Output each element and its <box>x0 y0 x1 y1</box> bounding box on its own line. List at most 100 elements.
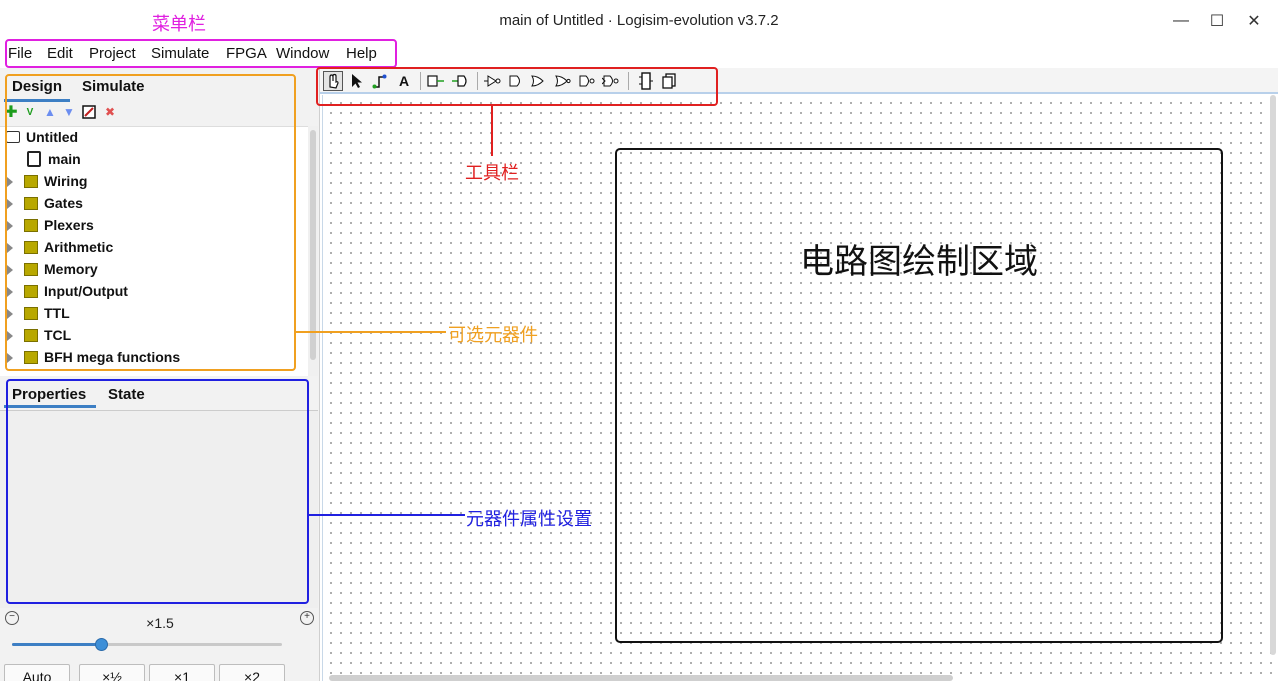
folder-icon <box>24 175 38 188</box>
canvas-horizontal-scrollbar-thumb[interactable] <box>329 675 953 681</box>
zoom-auto-button[interactable]: Auto <box>4 664 70 681</box>
folder-icon <box>24 241 38 254</box>
component-tree: Untitled main Wiring Gates Plexers Arithmet… <box>0 126 308 376</box>
tab-design[interactable]: Design <box>12 78 62 95</box>
move-down-icon[interactable]: ▼ <box>61 104 77 120</box>
tree-library-row[interactable]: Input/Output <box>0 281 300 303</box>
expand-arrow-icon[interactable] <box>7 177 13 187</box>
toolbar-separator <box>420 72 421 90</box>
folder-icon <box>24 307 38 320</box>
tree-library-label[interactable]: BFH mega functions <box>44 349 180 365</box>
menu-project[interactable]: Project <box>89 45 136 62</box>
tree-library-row[interactable]: TCL <box>0 325 300 347</box>
edit-appearance-icon[interactable] <box>81 104 97 120</box>
circuit-icon <box>27 151 41 167</box>
zoom-1x-button[interactable]: ×1 <box>149 664 215 681</box>
expand-arrow-icon[interactable] <box>7 331 13 341</box>
hierarchy-view-icon[interactable] <box>659 71 679 91</box>
or-gate-icon[interactable] <box>553 71 573 91</box>
tree-scrollbar-thumb[interactable] <box>310 130 316 360</box>
tree-library-label[interactable]: Input/Output <box>44 283 128 299</box>
drawing-area-label: 电路图绘制区域 <box>800 242 1038 282</box>
toolbar-separator <box>477 72 478 90</box>
expand-arrow-icon[interactable] <box>7 243 13 253</box>
tree-library-label[interactable]: TCL <box>44 327 71 343</box>
add-circuit-icon[interactable]: ✚ <box>3 104 19 121</box>
menu-edit[interactable]: Edit <box>47 45 73 62</box>
close-button[interactable]: ✕ <box>1243 10 1265 32</box>
toolbar: A <box>320 68 1278 94</box>
folder-icon <box>24 329 38 342</box>
input-pin-icon[interactable] <box>426 71 446 91</box>
output-pin-icon[interactable] <box>450 71 470 91</box>
expand-arrow-icon[interactable] <box>7 199 13 209</box>
explorer-toolbar: ✚ V ▲ ▼ ✖ <box>0 102 320 124</box>
add-vhdl-icon[interactable]: V <box>22 104 38 120</box>
tab-state[interactable]: State <box>108 386 145 403</box>
zoom-slider-fill <box>12 643 102 646</box>
zoom-half-button[interactable]: ×½ <box>79 664 145 681</box>
zoom-slider-thumb[interactable] <box>95 638 109 651</box>
and-gate-icon[interactable] <box>529 71 549 91</box>
expand-arrow-icon[interactable] <box>7 221 13 231</box>
expand-arrow-icon[interactable] <box>7 287 13 297</box>
zoom-2x-button[interactable]: ×2 <box>219 664 285 681</box>
tree-library-label[interactable]: Gates <box>44 195 83 211</box>
tree-library-row[interactable]: TTL <box>0 303 300 325</box>
tree-library-row[interactable]: Memory <box>0 259 300 281</box>
drawing-area-callout: 电路图绘制区域 <box>615 148 1223 643</box>
folder-icon <box>24 285 38 298</box>
menu-simulate[interactable]: Simulate <box>151 45 209 62</box>
tree-library-row[interactable]: BFH mega functions <box>0 347 300 369</box>
canvas-horizontal-scrollbar[interactable] <box>323 675 1263 681</box>
delete-icon[interactable]: ✖ <box>102 104 118 120</box>
text-tool-icon[interactable]: A <box>394 71 414 91</box>
toolbar-separator <box>628 72 629 90</box>
zoom-in-icon[interactable]: + <box>300 611 314 625</box>
menu-file[interactable]: File <box>8 45 32 62</box>
wiring-tool-icon[interactable] <box>370 71 390 91</box>
tree-library-row[interactable]: Gates <box>0 193 300 215</box>
tree-library-label[interactable]: TTL <box>44 305 70 321</box>
tree-project-row[interactable]: Untitled <box>0 127 300 149</box>
tree-project-label[interactable]: Untitled <box>26 129 78 145</box>
expand-arrow-icon[interactable] <box>7 265 13 275</box>
properties-annotation: 元器件属性设置 <box>466 509 592 530</box>
tab-properties[interactable]: Properties <box>12 386 86 403</box>
folder-icon <box>24 263 38 276</box>
menu-fpga[interactable]: FPGA <box>226 45 267 62</box>
tree-library-row[interactable]: Plexers <box>0 215 300 237</box>
poke-tool-icon[interactable] <box>323 71 343 91</box>
canvas-vertical-scrollbar[interactable] <box>1270 95 1276 655</box>
nand-gate-icon[interactable] <box>577 71 597 91</box>
tree-library-label[interactable]: Arithmetic <box>44 239 113 255</box>
tree-circuit-row[interactable]: main <box>0 149 300 171</box>
maximize-button[interactable]: ☐ <box>1206 10 1228 32</box>
tree-library-label[interactable]: Memory <box>44 261 98 277</box>
minimize-button[interactable]: — <box>1170 10 1192 32</box>
menubar-annotation: 菜单栏 <box>152 14 206 35</box>
menu-help[interactable]: Help <box>346 45 377 62</box>
properties-table <box>0 410 318 608</box>
expand-arrow-icon[interactable] <box>7 309 13 319</box>
expand-arrow-icon[interactable] <box>7 353 13 363</box>
tree-library-row[interactable]: Wiring <box>0 171 300 193</box>
tree-library-label[interactable]: Plexers <box>44 217 94 233</box>
tree-scrollbar[interactable] <box>308 126 318 376</box>
zoom-slider[interactable] <box>12 643 282 646</box>
move-up-icon[interactable]: ▲ <box>42 104 58 120</box>
buffer-icon[interactable] <box>506 71 526 91</box>
nor-gate-icon[interactable] <box>601 71 621 91</box>
tree-library-label[interactable]: Wiring <box>44 173 87 189</box>
tree-library-row[interactable]: Arithmetic <box>0 237 300 259</box>
menu-window[interactable]: Window <box>276 45 329 62</box>
tab-simulate[interactable]: Simulate <box>82 78 145 95</box>
folder-icon <box>24 197 38 210</box>
chip-view-icon[interactable] <box>636 71 656 91</box>
select-tool-icon[interactable] <box>347 71 367 91</box>
tree-circuit-label[interactable]: main <box>48 151 81 167</box>
canvas-vertical-scrollbar-thumb[interactable] <box>1270 95 1276 655</box>
folder-icon <box>24 219 38 232</box>
components-annotation: 可选元器件 <box>448 325 538 346</box>
not-gate-icon[interactable] <box>483 71 503 91</box>
